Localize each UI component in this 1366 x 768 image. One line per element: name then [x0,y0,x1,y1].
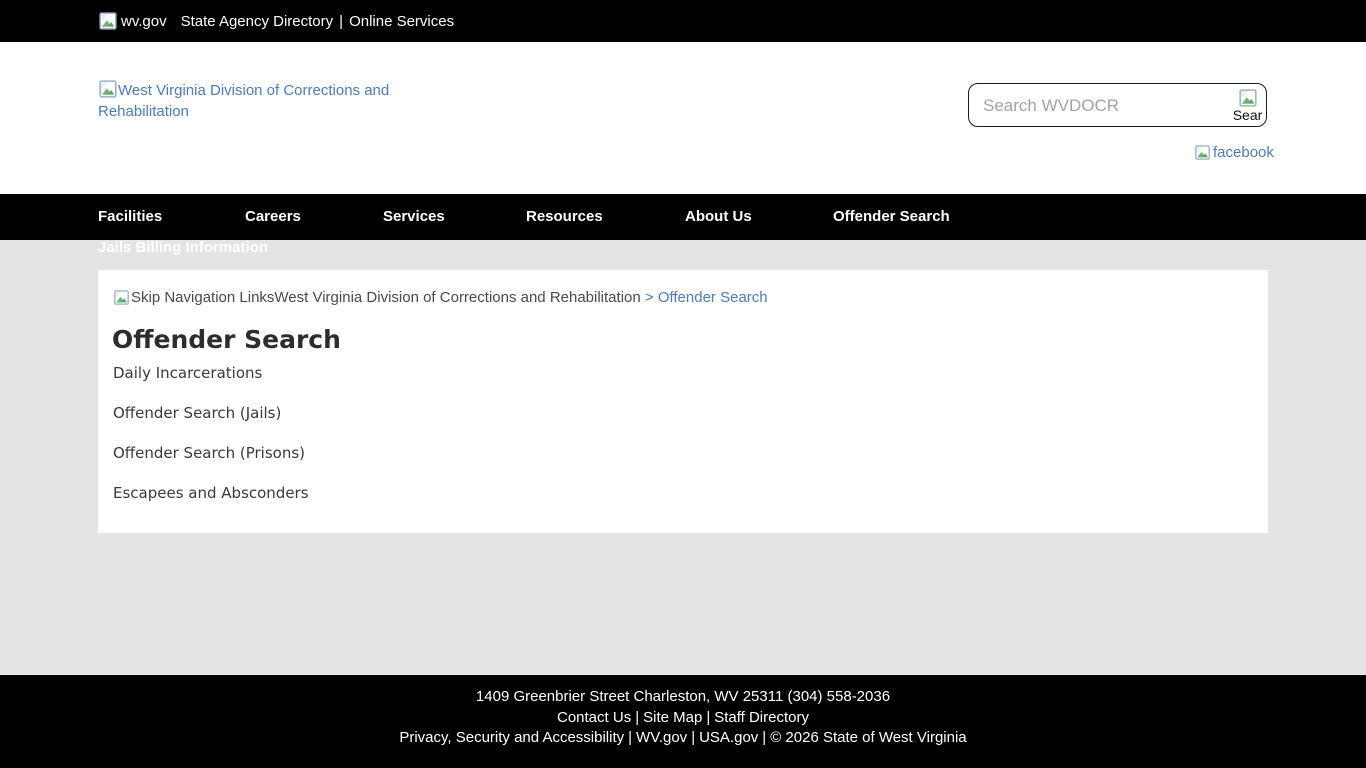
nav-item-services[interactable]: Services [383,194,445,240]
staff-directory-link[interactable]: Staff Directory [714,709,809,726]
nav-item-offender-search[interactable]: Offender Search [833,194,950,240]
online-services-link[interactable]: Online Services [349,13,454,30]
breadcrumb-current-offender-search[interactable]: Offender Search [658,289,768,306]
facebook-link[interactable]: facebook [1194,144,1274,161]
search-box: Sear [968,83,1267,127]
footer-legal: Privacy, Security and Accessibility|WV.g… [0,728,1366,749]
broken-image-icon [1238,88,1258,108]
search-button[interactable]: Sear [1230,88,1265,126]
wvgov-footer-link[interactable]: WV.gov [636,729,687,746]
page-title: Offender Search [112,325,341,354]
broken-image-icon [98,11,118,31]
nav-item-facilities[interactable]: Facilities [98,194,162,240]
separator: | [762,729,766,746]
state-agency-directory-link[interactable]: State Agency Directory [181,13,334,30]
separator: | [691,729,695,746]
broken-image-icon [113,289,130,306]
link-escapees-and-absconders[interactable]: Escapees and Absconders [113,484,309,502]
usagov-footer-link[interactable]: USA.gov [699,729,758,746]
main-nav: Facilities Careers Services Resources Ab… [0,194,1366,240]
content-card: Skip Navigation LinksWest Virginia Divis… [98,270,1268,533]
submenu-item-jails-billing-information[interactable]: Jails Billing Information [98,239,268,256]
topbar-links: State Agency Directory | Online Services [181,13,455,30]
broken-image-icon [1194,144,1211,161]
page: wv.gov State Agency Directory | Online Ser… [0,0,1366,768]
link-offender-search-prisons[interactable]: Offender Search (Prisons) [113,444,305,462]
separator: | [635,709,639,726]
wvgov-label: wv.gov [121,13,167,30]
facebook-link-label: facebook [1213,144,1274,161]
site-logo-link[interactable]: West Virginia Division of Corrections an… [98,79,390,122]
site-logo-alt-text: West Virginia Division of Corrections an… [98,82,389,120]
footer: 1409 Greenbrier Street Charleston, WV 25… [0,675,1366,768]
wvgov-link[interactable]: wv.gov [98,11,167,31]
skip-navigation-links[interactable]: Skip Navigation Links [131,289,274,306]
nav-item-about-us[interactable]: About Us [685,194,752,240]
privacy-security-accessibility-link[interactable]: Privacy, Security and Accessibility [399,729,624,746]
separator: | [339,13,343,30]
broken-image-icon [98,79,118,99]
topbar: wv.gov State Agency Directory | Online Ser… [0,0,1366,42]
nav-item-resources[interactable]: Resources [526,194,603,240]
separator: | [706,709,710,726]
link-offender-search-jails[interactable]: Offender Search (Jails) [113,404,281,422]
footer-address: 1409 Greenbrier Street Charleston, WV 25… [0,687,1366,708]
site-map-link[interactable]: Site Map [643,709,702,726]
breadcrumb: Skip Navigation LinksWest Virginia Divis… [113,289,768,306]
copyright-text: © 2026 State of West Virginia [770,729,966,746]
search-input[interactable] [981,85,1215,127]
separator: | [628,729,632,746]
search-button-alt-text: Sear [1233,108,1263,123]
breadcrumb-root: West Virginia Division of Corrections an… [274,289,640,306]
breadcrumb-separator: > [641,289,658,306]
footer-links: Contact Us|Site Map|Staff Directory [0,708,1366,729]
nav-item-careers[interactable]: Careers [245,194,301,240]
site-header: West Virginia Division of Corrections an… [0,42,1366,194]
contact-us-link[interactable]: Contact Us [557,709,631,726]
link-daily-incarcerations[interactable]: Daily Incarcerations [113,364,262,382]
